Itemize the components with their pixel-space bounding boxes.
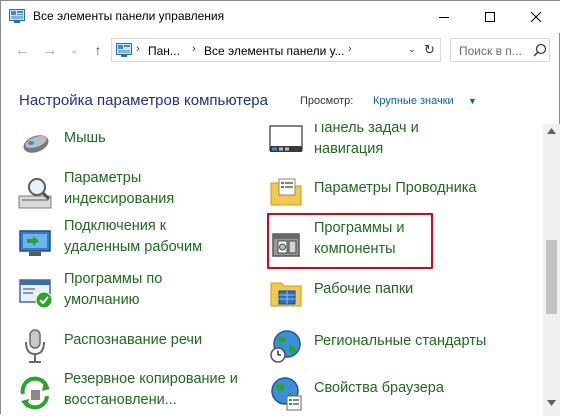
work-folders-icon	[270, 282, 302, 307]
list-item-default-programs[interactable]: Программы по умолчанию	[17, 269, 257, 319]
search-placeholder: Поиск в п...	[459, 44, 522, 58]
internet-options-icon	[271, 377, 302, 411]
microphone-icon	[25, 329, 45, 363]
list-item-region[interactable]: Региональные стандарты	[267, 323, 527, 373]
scrollbar-thumb[interactable]	[546, 240, 557, 314]
item-label-remote-desktop[interactable]: Подключения к удаленным рабочим	[64, 216, 202, 258]
item-label-work-folders[interactable]: Рабочие папки	[314, 279, 413, 300]
address-bar[interactable]: › Пан... › Все элементы панели у... › ⌄ …	[111, 38, 441, 62]
taskbar-icon	[269, 125, 303, 152]
item-label-line[interactable]: удаленным рабочим	[64, 239, 202, 255]
caret-down-icon[interactable]: ▼	[468, 96, 477, 106]
control-panel-window: Все элементы панели управления ← → ⌄ ↑ ›…	[0, 0, 561, 416]
list-item-remote-desktop[interactable]: Подключения к удаленным рабочим	[17, 216, 257, 266]
breadcrumb-separator[interactable]: ›	[136, 43, 140, 55]
item-label-folder-options[interactable]: Параметры Проводника	[314, 178, 476, 199]
refresh-icon[interactable]: ↻	[424, 42, 435, 58]
item-label-line[interactable]: навигация	[314, 141, 383, 157]
control-panel-icon	[116, 43, 132, 57]
region-icon	[270, 330, 301, 363]
item-label-line[interactable]: восстановлени...	[64, 392, 177, 408]
default-programs-icon	[19, 279, 53, 309]
back-button[interactable]: ←	[13, 41, 31, 59]
list-item-indexing[interactable]: Параметры индексирования	[17, 168, 257, 218]
item-label-line[interactable]: Параметры	[64, 170, 141, 186]
navigation-bar: ← → ⌄ ↑ › Пан... › Все элементы панели у…	[1, 33, 561, 67]
indexing-icon	[18, 178, 52, 209]
breadcrumb-separator[interactable]: ›	[348, 43, 352, 55]
list-item-work-folders[interactable]: Рабочие папки	[267, 269, 527, 319]
item-label-line[interactable]: Программы по	[64, 271, 162, 287]
page-title: Настройка параметров компьютера	[19, 92, 268, 109]
list-item-folder-options[interactable]: Параметры Проводника	[267, 168, 527, 218]
breadcrumb-control-panel[interactable]: Пан...	[148, 44, 180, 58]
up-button[interactable]: ↑	[89, 41, 107, 59]
maximize-button[interactable]	[467, 1, 513, 33]
view-label: Просмотр:	[300, 95, 354, 107]
scroll-down-icon[interactable]	[547, 400, 556, 406]
item-label-internet-options[interactable]: Свойства браузера	[314, 378, 444, 399]
window-title: Все элементы панели управления	[33, 9, 225, 23]
item-label-speech[interactable]: Распознавание речи	[64, 330, 202, 351]
item-label-taskbar[interactable]: Панель задач и навигация	[314, 124, 419, 160]
search-box[interactable]: Поиск в п...	[450, 38, 550, 62]
breadcrumb-separator[interactable]: ›	[192, 43, 196, 55]
item-label-line[interactable]: Подключения к	[64, 218, 166, 234]
items-grid: Мышь Параметры индексирования Подключени…	[1, 124, 541, 416]
list-item-speech[interactable]: Распознавание речи	[17, 323, 257, 373]
search-icon	[533, 43, 547, 57]
arrow-left-icon: ←	[15, 42, 29, 58]
item-label-mouse[interactable]: Мышь	[64, 128, 106, 149]
arrow-right-icon: →	[43, 42, 57, 58]
vertical-scrollbar[interactable]	[543, 124, 560, 416]
list-item-backup[interactable]: Резервное копирование и восстановлени...	[17, 369, 257, 416]
close-icon	[531, 12, 541, 22]
item-label-line[interactable]: Резервное копирование и	[64, 371, 238, 387]
item-label-indexing[interactable]: Параметры индексирования	[64, 168, 174, 210]
minimize-icon	[439, 17, 449, 18]
folder-options-icon	[270, 178, 302, 206]
item-label-line[interactable]: индексирования	[64, 191, 174, 207]
control-panel-icon	[9, 9, 25, 23]
close-button[interactable]	[513, 1, 559, 33]
mouse-icon	[23, 135, 49, 153]
highlight-box	[267, 213, 433, 269]
forward-button[interactable]: →	[41, 41, 59, 59]
chevron-down-icon: ⌄	[70, 44, 78, 55]
backup-icon	[20, 376, 50, 410]
list-item-taskbar[interactable]: Панель задач и навигация	[267, 124, 527, 168]
list-item-mouse[interactable]: Мышь	[17, 124, 257, 174]
item-label-line[interactable]: Панель задач и	[314, 124, 419, 136]
minimize-button[interactable]	[421, 1, 467, 33]
recent-locations-button[interactable]: ⌄	[65, 41, 83, 59]
item-label-line[interactable]: умолчанию	[64, 292, 140, 308]
list-item-internet-options[interactable]: Свойства браузера	[267, 369, 527, 416]
breadcrumb-all-items[interactable]: Все элементы панели у...	[204, 44, 344, 58]
view-mode-dropdown[interactable]: Крупные значки	[373, 95, 454, 107]
scroll-up-icon[interactable]	[547, 128, 556, 134]
remote-desktop-icon	[19, 230, 51, 256]
maximize-icon	[485, 12, 495, 22]
item-label-region[interactable]: Региональные стандарты	[314, 331, 486, 352]
item-label-backup[interactable]: Резервное копирование и восстановлени...	[64, 369, 238, 411]
item-label-default-programs[interactable]: Программы по умолчанию	[64, 269, 162, 311]
arrow-up-icon: ↑	[94, 42, 102, 58]
address-dropdown-icon[interactable]: ⌄	[408, 44, 416, 55]
title-bar: Все элементы панели управления	[1, 1, 561, 33]
